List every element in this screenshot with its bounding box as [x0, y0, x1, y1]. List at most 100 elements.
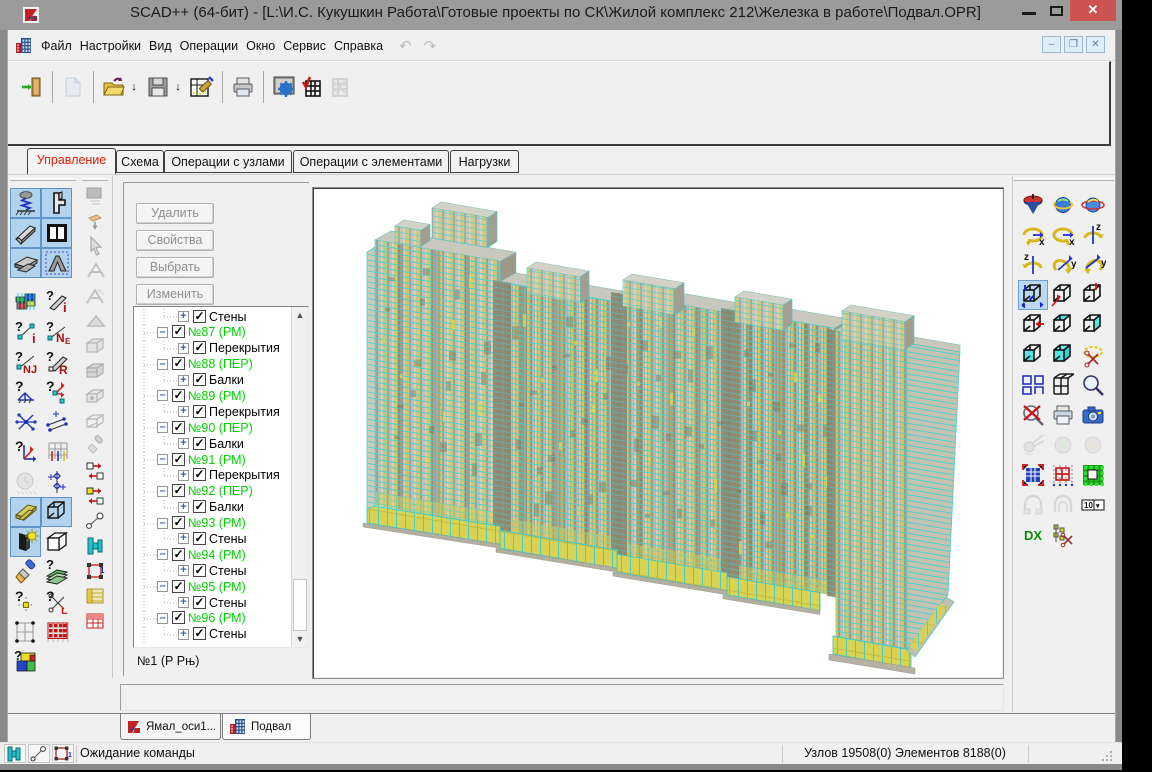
frame-grid-icon[interactable] [1048, 370, 1078, 400]
menu-5[interactable]: Окно [242, 39, 279, 53]
collapse-icon[interactable]: – [157, 549, 168, 560]
assembly-blocks-icon[interactable] [10, 287, 41, 317]
print-icon[interactable] [229, 72, 257, 102]
cube-right-cyan-icon[interactable] [1078, 310, 1108, 340]
menu-7[interactable]: Справка [330, 39, 387, 53]
rotate-y1-icon[interactable]: y [1048, 250, 1078, 280]
table-blue-icon[interactable] [1018, 460, 1048, 490]
tree-label[interactable]: №92 (ПЕР) [188, 484, 253, 498]
cube-top-cyan-icon[interactable] [1048, 310, 1078, 340]
building-check-icon[interactable] [298, 72, 326, 102]
axes-star-icon[interactable] [10, 407, 41, 437]
exit-door-icon[interactable] [18, 72, 46, 102]
tree-label[interactable]: Балки [209, 437, 244, 451]
rotate-y2-icon[interactable]: y [1078, 250, 1108, 280]
dx-label[interactable]: DX [1018, 520, 1048, 550]
expand-icon[interactable]: + [178, 311, 189, 322]
tree-label[interactable]: Перекрытия [209, 341, 280, 355]
tree-label[interactable]: №91 (РМ) [188, 453, 246, 467]
document-tab-2[interactable]: Подвал [222, 714, 311, 740]
scroll-thumb[interactable] [293, 579, 307, 631]
globe2-icon[interactable] [1078, 190, 1108, 220]
expand-icon[interactable]: + [178, 629, 189, 640]
tree-label[interactable]: №89 (РМ) [188, 389, 246, 403]
node-move-icon[interactable]: ? [41, 377, 72, 407]
tree-label[interactable]: №90 (ПЕР) [188, 421, 253, 435]
open-folder-icon[interactable] [100, 72, 128, 102]
tree-checkbox[interactable]: ✓ [193, 596, 206, 609]
panel-button-3[interactable]: Выбрать [136, 257, 214, 278]
tree-checkbox[interactable]: ✓ [193, 341, 206, 354]
scroll-down-icon[interactable]: ▼ [292, 631, 308, 647]
panel-button-2[interactable]: Свойства [136, 230, 214, 251]
cube-arrow-out-icon[interactable] [1048, 280, 1078, 310]
title-bar[interactable]: ++ SCAD++ (64-бит) - [L:\И.С. Кукушкин Р… [0, 0, 1122, 30]
tree-label[interactable]: Стены [209, 310, 246, 324]
project-properties-icon[interactable] [188, 72, 216, 102]
expand-icon[interactable]: + [178, 533, 189, 544]
toolbar-grip[interactable] [1014, 178, 1114, 181]
expand-icon[interactable]: + [178, 597, 189, 608]
tab-2[interactable]: Схема [116, 150, 164, 173]
cube-arrow-down-icon[interactable] [1078, 280, 1108, 310]
node-ne-icon[interactable]: ?NE [41, 317, 72, 347]
grid-green-icon[interactable] [1078, 460, 1108, 490]
globe-ring-icon[interactable] [1048, 190, 1078, 220]
expand-icon[interactable]: + [178, 565, 189, 576]
grid-red-dash-icon[interactable] [1048, 460, 1078, 490]
dropdown-arrow-icon[interactable]: ↓ [128, 81, 140, 93]
tree-label[interactable]: №96 (РМ) [188, 611, 246, 625]
node-info-icon[interactable]: ?i [10, 317, 41, 347]
frame-window-icon[interactable] [41, 218, 72, 248]
collapse-icon[interactable]: – [157, 518, 168, 529]
panel-bulb-icon[interactable] [10, 527, 41, 557]
grid-red-icon[interactable] [41, 617, 72, 647]
minimize-button[interactable] [1022, 12, 1036, 15]
tree-checkbox[interactable]: ✓ [193, 373, 206, 386]
tree-label[interactable]: Перекрытия [209, 468, 280, 482]
nodes-red-square-icon[interactable]: 1 [82, 558, 108, 583]
clip-scissors-icon[interactable] [1078, 340, 1108, 370]
expand-icon[interactable]: + [178, 438, 189, 449]
fragment-status-icon[interactable]: 1 [52, 744, 74, 763]
mdi-restore-icon[interactable]: ❐ [1064, 36, 1083, 53]
collapse-icon[interactable]: – [157, 422, 168, 433]
expand-icon[interactable]: + [178, 502, 189, 513]
tree-label[interactable]: Стены [209, 627, 246, 641]
cube-front-cyan-icon[interactable] [1018, 340, 1048, 370]
question-node-yellow-icon[interactable]: ? [10, 587, 41, 617]
cube-all-cyan-icon[interactable] [1048, 340, 1078, 370]
collapse-icon[interactable]: – [157, 581, 168, 592]
multi-window-icon[interactable] [1018, 370, 1048, 400]
tree-checkbox[interactable]: ✓ [193, 468, 206, 481]
document-tab-1[interactable]: +Ямал_оси1... [120, 714, 221, 740]
ibeam-cyan-status-icon[interactable] [4, 744, 26, 763]
tree-label[interactable]: Балки [209, 373, 244, 387]
beam-info-icon[interactable]: ?i [41, 287, 72, 317]
tree-label[interactable]: Стены [209, 596, 246, 610]
parallel-links-icon[interactable] [41, 407, 72, 437]
menu-1[interactable]: Файл [37, 39, 76, 53]
truss-question-icon[interactable]: ? [10, 377, 41, 407]
rigidity-r-icon[interactable]: ?R [41, 347, 72, 377]
fragment-cut-icon[interactable] [1048, 520, 1078, 550]
tree-label[interactable]: Стены [209, 564, 246, 578]
tree-checkbox[interactable]: ✓ [172, 548, 185, 561]
molecule-icon[interactable] [82, 508, 108, 533]
scroll-up-icon[interactable]: ▲ [292, 307, 308, 323]
tab-1[interactable]: Управление [27, 148, 116, 174]
tree-checkbox[interactable]: ✓ [172, 611, 185, 624]
dropdown-arrow-icon[interactable]: ↓ [172, 81, 184, 93]
tree-label[interactable]: №93 (РМ) [188, 516, 246, 530]
menu-3[interactable]: Вид [145, 39, 176, 53]
question-axes-icon[interactable]: ? [10, 437, 41, 467]
collapse-icon[interactable]: – [157, 359, 168, 370]
grid-nodes-icon[interactable] [10, 617, 41, 647]
ibeam-cyan-icon[interactable] [82, 533, 108, 558]
tree-checkbox[interactable]: ✓ [172, 357, 185, 370]
toolbar-grip[interactable] [82, 178, 108, 181]
table-red-icon[interactable] [82, 608, 108, 633]
expand-icon[interactable]: + [178, 375, 189, 386]
diamond-nodes-icon[interactable] [41, 467, 72, 497]
tree-label[interactable]: Стены [209, 532, 246, 546]
